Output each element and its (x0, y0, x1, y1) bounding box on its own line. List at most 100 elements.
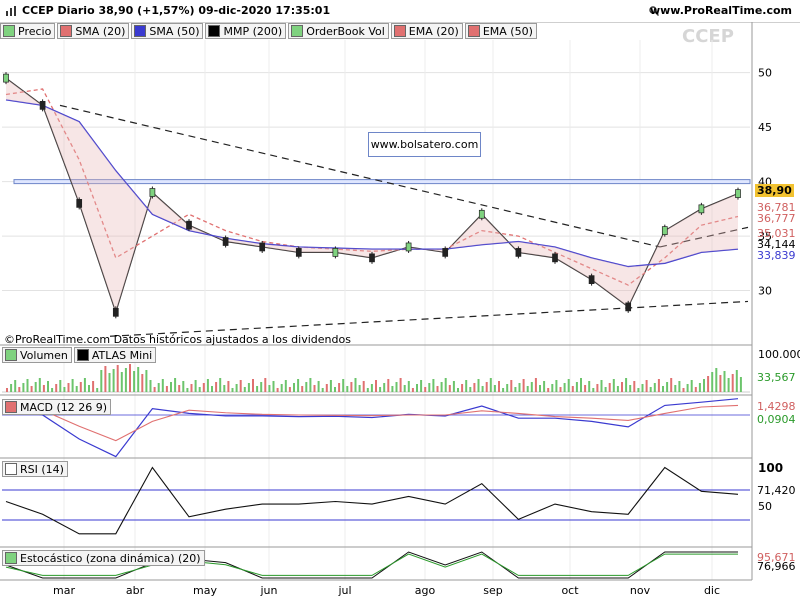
volume-bar (129, 364, 131, 392)
volume-bar (88, 385, 90, 392)
volume-bar (510, 380, 513, 392)
chart-menu-icon[interactable] (6, 6, 16, 16)
volume-bar (633, 381, 636, 392)
volume-bar (100, 370, 103, 392)
volume-bar (67, 383, 70, 392)
legend-item-orderbook[interactable]: OrderBook Vol (288, 23, 389, 39)
resistance-band (13, 179, 751, 185)
volume-bar (383, 383, 386, 392)
candle-body (332, 248, 339, 257)
volume-axis-top: 100.000 (758, 348, 800, 361)
volume-bar (124, 368, 127, 392)
volume-bar (719, 375, 722, 392)
legend-item-atlas[interactable]: ATLAS Mini (73, 347, 157, 363)
title-bar: CCEP Diario 38,90 (+1,57%) 09-dic-2020 1… (0, 0, 800, 23)
month-label: ago (415, 584, 436, 597)
volume-bar (26, 379, 29, 392)
volume-bar (375, 380, 377, 392)
legend-item-stochastic[interactable]: Estocástico (zona dinámica) (20) (2, 550, 205, 566)
legend-item-precio[interactable]: Precio (0, 23, 56, 39)
candle-body (661, 226, 668, 235)
legend-item-sma50[interactable]: SMA (50) (131, 23, 204, 39)
legend-swatch (5, 552, 17, 564)
volume-bar (276, 388, 279, 392)
volume-bar (313, 385, 316, 392)
legend-item-sma20[interactable]: SMA (20) (57, 23, 130, 39)
volume-bar (407, 381, 410, 392)
volume-bar (329, 380, 332, 392)
volume-bar (399, 378, 402, 392)
volume-bar (469, 387, 472, 392)
volume-bar (342, 379, 345, 392)
legend-swatch (76, 349, 89, 361)
volume-bar (621, 382, 623, 392)
volume-bar (55, 384, 58, 392)
price-pane (2, 40, 751, 580)
volume-bar (539, 385, 541, 392)
legend-swatch (3, 25, 15, 37)
volume-bar (108, 373, 111, 392)
volume-bar (403, 385, 406, 392)
volume-bar (575, 382, 578, 392)
rsi-line (5, 466, 739, 535)
volume-bar (22, 383, 25, 392)
volume-bar (481, 386, 484, 392)
candle-body (369, 253, 375, 263)
volume-bar (284, 380, 287, 392)
volume-bar (452, 381, 455, 392)
macd-signal-line (5, 404, 739, 442)
legend-swatch (5, 349, 17, 361)
indicator-tag-5: 33,839 (757, 249, 796, 262)
legend-swatch (467, 25, 480, 37)
volume-bar (235, 384, 238, 392)
candle-body (698, 204, 705, 214)
volume-bar (260, 382, 263, 392)
rsi-pane (2, 466, 750, 535)
volume-bar (190, 384, 193, 392)
copyright-note: ©ProRealTime.com Datos históricos ajusta… (4, 333, 351, 346)
volume-bar (543, 381, 546, 392)
volume-bar (63, 387, 66, 392)
legend-item-ema50[interactable]: EMA (50) (464, 23, 537, 39)
volume-bar (436, 386, 439, 392)
legend-item-ema20[interactable]: EMA (20) (390, 23, 463, 39)
volume-bar (268, 385, 271, 392)
volume-bar (338, 383, 341, 392)
volume-bar (116, 365, 119, 392)
legend-item-macd[interactable]: MACD (12 26 9) (2, 399, 112, 415)
volume-bar (223, 385, 226, 392)
volume-bar (584, 385, 587, 392)
legend-item-volumen[interactable]: Volumen (2, 347, 72, 363)
legend-item-rsi[interactable]: RSI (14) (2, 461, 68, 477)
volume-bar (247, 383, 250, 392)
volume-bar (534, 378, 537, 392)
legend-swatch (5, 463, 17, 475)
volume-bar (715, 368, 718, 392)
candle-body (149, 188, 156, 197)
legend-item-mmp200[interactable]: MMP (200) (205, 23, 287, 39)
volume-bar (182, 381, 185, 392)
candle-body (588, 275, 595, 284)
volume-bar (703, 379, 705, 392)
volume-bar (526, 386, 529, 392)
volume-bar (489, 378, 492, 392)
chart-canvas[interactable]: 5045403530mar abr may jun jul ago sep oct nov dic (0, 0, 800, 600)
volume-bar (567, 379, 570, 392)
volume-bar (391, 386, 394, 392)
volume-bar (305, 382, 308, 392)
volume-bar (711, 372, 714, 392)
volume-bar (112, 369, 115, 392)
volume-bar (707, 376, 710, 392)
volume-bar (379, 387, 382, 392)
volume-bar (264, 378, 267, 392)
volume-bar (30, 386, 33, 392)
volume-bar (653, 383, 656, 392)
volume-legend: Volumen ATLAS Mini (2, 347, 158, 363)
volume-bar (202, 383, 205, 392)
volume-bar (649, 387, 652, 392)
volume-bar (325, 384, 328, 392)
chart-title: CCEP Diario 38,90 (+1,57%) 09-dic-2020 1… (22, 4, 331, 17)
volume-bar (682, 388, 685, 392)
price-tick-label: 50 (758, 67, 772, 80)
volume-bar (6, 388, 8, 392)
